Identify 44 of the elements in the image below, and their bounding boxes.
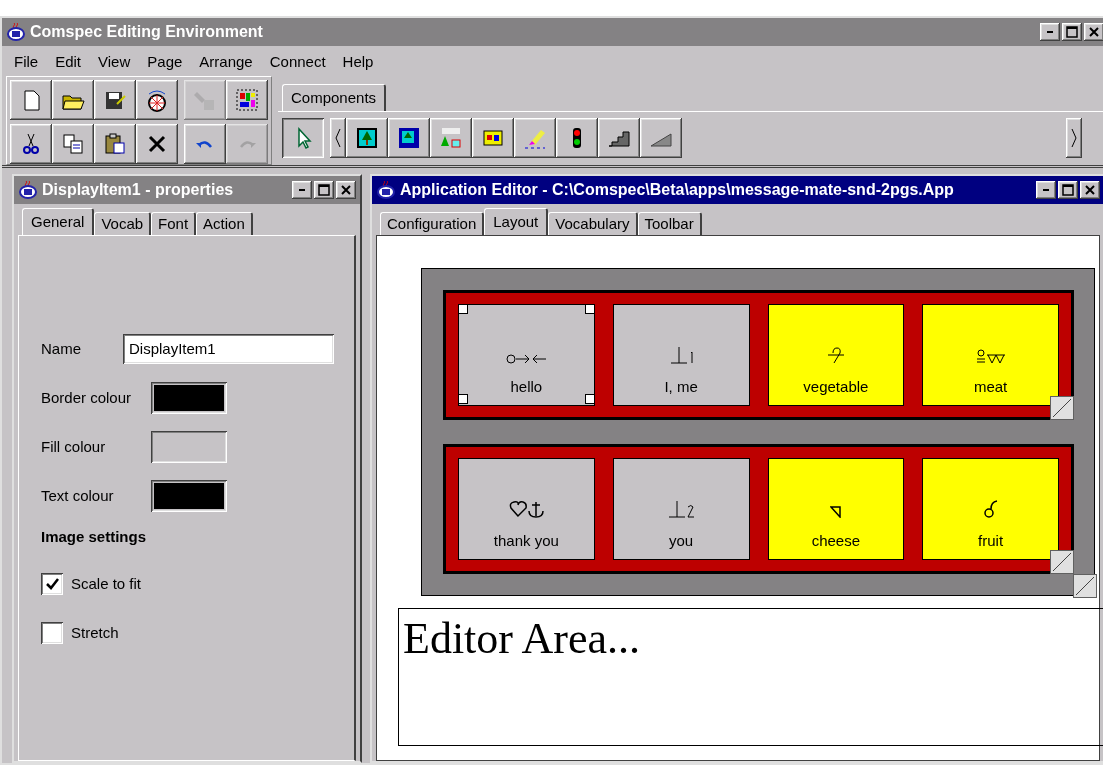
cell-label: vegetable xyxy=(803,378,869,395)
tab[interactable]: Components xyxy=(282,84,387,111)
tab[interactable]: Configuration xyxy=(380,212,485,235)
checkbox-label: Scale to fit xyxy=(71,575,142,592)
menu-item[interactable]: Help xyxy=(334,52,383,70)
cell-label: I, me xyxy=(664,378,698,395)
editor-area-text: Editor Area... xyxy=(403,614,641,663)
symbol-cell[interactable]: I, me xyxy=(612,304,750,406)
menu-item[interactable]: Arrange xyxy=(191,52,262,70)
tab[interactable]: Vocabulary xyxy=(548,212,638,235)
window-title: Comspec Editing Environment xyxy=(30,23,264,41)
cell-label: cheese xyxy=(811,532,861,549)
field-label: Border colour xyxy=(41,389,133,406)
menu-item[interactable]: Connect xyxy=(261,52,335,70)
menu-item[interactable]: Edit xyxy=(47,52,91,70)
tab[interactable]: Font xyxy=(151,212,197,235)
cell-label: thank you xyxy=(493,532,559,549)
section-heading: Image settings xyxy=(41,528,148,545)
tab[interactable]: Layout xyxy=(484,208,549,235)
symbol-cell[interactable]: hello xyxy=(458,304,595,406)
symbol-cell[interactable]: vegetable xyxy=(767,304,905,406)
symbol-cell[interactable]: fruit xyxy=(922,458,1059,560)
window-title: Application Editor - C:\Comspec\Beta\apps\message-mate-snd-2pgs.App xyxy=(400,181,955,199)
menu-item[interactable]: View xyxy=(90,52,140,70)
tab[interactable]: Action xyxy=(196,212,253,235)
symbol-cell[interactable]: you xyxy=(612,458,750,560)
window-title: DisplayItem1 - properties xyxy=(42,181,235,199)
menu-item[interactable]: Page xyxy=(139,52,192,70)
symbol-cell[interactable]: meat xyxy=(922,304,1059,406)
name-field[interactable]: DisplayItem1 xyxy=(123,333,334,364)
tab[interactable]: General xyxy=(22,208,95,235)
cell-label: you xyxy=(669,532,694,549)
cell-label: meat xyxy=(973,378,1008,395)
tab[interactable]: Toolbar xyxy=(637,212,702,235)
cell-label: hello xyxy=(510,378,543,395)
tab[interactable]: Vocab xyxy=(94,212,152,235)
field-label: Name xyxy=(41,340,82,357)
field-label: Text colour xyxy=(41,487,115,504)
menu-item[interactable]: File xyxy=(6,52,48,70)
cell-label: fruit xyxy=(978,532,1004,549)
symbol-cell[interactable]: cheese xyxy=(767,458,905,560)
checkbox-label: Stretch xyxy=(71,624,119,641)
symbol-cell[interactable]: thank you xyxy=(458,458,595,560)
field-label: Fill colour xyxy=(41,438,107,455)
